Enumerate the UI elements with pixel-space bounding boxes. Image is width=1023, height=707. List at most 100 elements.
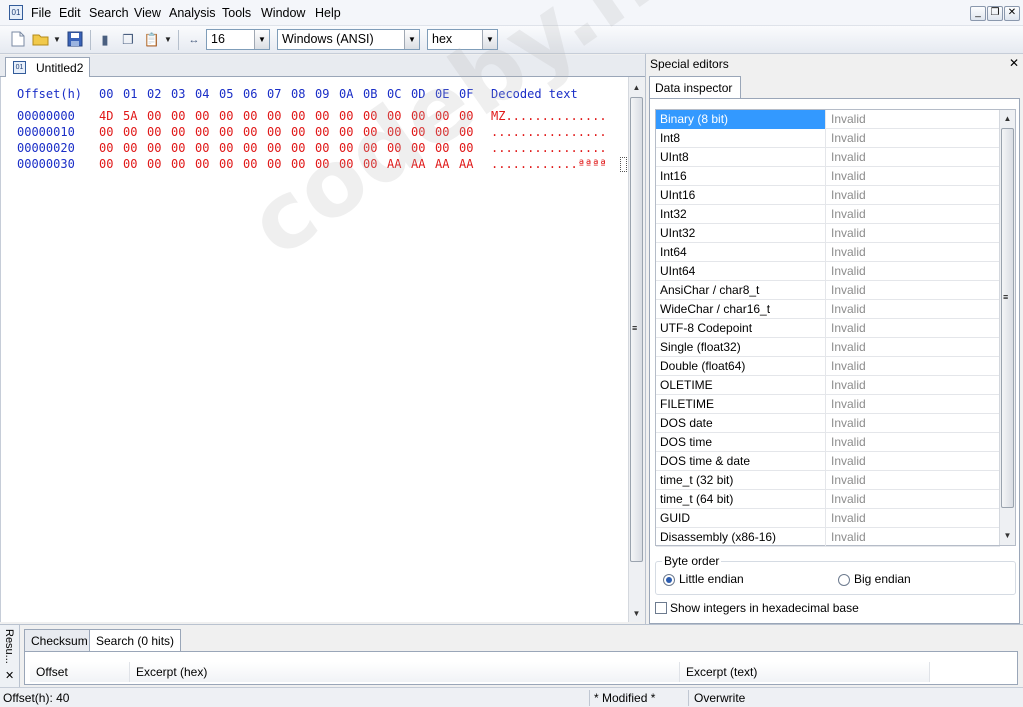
hex-byte[interactable]: 00 — [147, 109, 161, 123]
inspector-row[interactable]: AnsiChar / char8_t Invalid — [656, 281, 1000, 300]
hex-byte[interactable]: 00 — [387, 125, 401, 139]
inspector-row-value[interactable]: Invalid — [828, 433, 869, 451]
inspector-row[interactable]: Int8 Invalid — [656, 129, 1000, 148]
inspector-row-value[interactable]: Invalid — [828, 205, 869, 223]
hex-byte[interactable]: 00 — [387, 141, 401, 155]
inspector-row-value[interactable]: Invalid — [828, 471, 869, 489]
hex-byte[interactable]: 00 — [243, 109, 257, 123]
close-icon[interactable]: ✕ — [1009, 56, 1019, 70]
hex-byte[interactable]: 00 — [171, 109, 185, 123]
inspector-row[interactable]: DOS time & date Invalid — [656, 452, 1000, 471]
inspector-row-value[interactable]: Invalid — [828, 186, 869, 204]
hex-byte[interactable]: 00 — [387, 109, 401, 123]
hex-byte[interactable]: 00 — [459, 141, 473, 155]
hex-byte[interactable]: 00 — [291, 125, 305, 139]
hex-byte[interactable]: 00 — [243, 157, 257, 171]
hex-base-label[interactable]: Show integers in hexadecimal base — [670, 601, 859, 615]
hex-byte[interactable]: 00 — [147, 157, 161, 171]
app-icon[interactable]: 01 — [9, 5, 23, 20]
inspector-row-value[interactable]: Invalid — [828, 110, 869, 128]
hex-byte[interactable]: AA — [411, 157, 425, 171]
inspector-row[interactable]: DOS time Invalid — [656, 433, 1000, 452]
inspector-row[interactable]: Disassembly (x86-16) Invalid — [656, 528, 1000, 547]
paste-icon[interactable]: 📋 — [143, 31, 161, 49]
inspector-row[interactable]: Int16 Invalid — [656, 167, 1000, 186]
menu-help[interactable]: Help — [315, 6, 341, 20]
inspector-row[interactable]: Double (float64) Invalid — [656, 357, 1000, 376]
chevron-down-icon[interactable]: ▼ — [404, 30, 419, 49]
hex-byte[interactable]: 00 — [123, 141, 137, 155]
column-excerpt-text[interactable]: Excerpt (text) — [680, 662, 930, 682]
encoding-select[interactable]: Windows (ANSI) ▼ — [277, 29, 420, 50]
inspector-row[interactable]: UInt8 Invalid — [656, 148, 1000, 167]
hex-byte[interactable]: 00 — [363, 157, 377, 171]
little-endian-radio[interactable] — [663, 574, 675, 586]
open-folder-icon[interactable] — [32, 31, 50, 49]
inspector-row-value[interactable]: Invalid — [828, 300, 869, 318]
hex-byte[interactable]: 00 — [291, 157, 305, 171]
chevron-down-icon[interactable]: ▼ — [254, 30, 269, 49]
inspector-row-value[interactable]: Invalid — [828, 262, 869, 280]
inspector-row-value[interactable]: Invalid — [828, 452, 869, 470]
inspector-row-value[interactable]: Invalid — [828, 528, 869, 546]
open-dropdown-icon[interactable]: ▼ — [52, 31, 62, 49]
inspector-row-value[interactable]: Invalid — [828, 281, 869, 299]
hex-byte[interactable]: 00 — [243, 125, 257, 139]
hex-scrollbar[interactable]: ▲ ≡ ▼ — [628, 77, 644, 622]
hex-byte[interactable]: 00 — [147, 125, 161, 139]
hex-byte[interactable]: 00 — [171, 125, 185, 139]
hex-byte[interactable]: 00 — [315, 109, 329, 123]
column-excerpt-hex[interactable]: Excerpt (hex) — [130, 662, 680, 682]
menu-view[interactable]: View — [134, 6, 161, 20]
inspector-row[interactable]: time_t (64 bit) Invalid — [656, 490, 1000, 509]
hex-byte[interactable]: 00 — [315, 125, 329, 139]
restore-icon[interactable]: ❐ — [987, 6, 1003, 21]
inspector-row[interactable]: UInt64 Invalid — [656, 262, 1000, 281]
new-file-icon[interactable] — [9, 31, 27, 49]
display-base-select[interactable]: hex ▼ — [427, 29, 498, 50]
scroll-down-icon[interactable]: ▼ — [1000, 528, 1015, 543]
inspector-row-value[interactable]: Invalid — [828, 243, 869, 261]
menu-tools[interactable]: Tools — [222, 6, 251, 20]
hex-byte[interactable]: 00 — [219, 109, 233, 123]
hex-byte[interactable]: 00 — [459, 109, 473, 123]
hex-byte[interactable]: 00 — [339, 157, 353, 171]
hex-byte[interactable]: 00 — [459, 125, 473, 139]
hex-byte[interactable]: 00 — [339, 125, 353, 139]
results-list[interactable]: Offset Excerpt (hex) Excerpt (text) — [24, 651, 1018, 685]
menu-file[interactable]: File — [31, 6, 51, 20]
inspector-row-value[interactable]: Invalid — [828, 414, 869, 432]
inspector-row-value[interactable]: Invalid — [828, 490, 869, 508]
big-endian-label[interactable]: Big endian — [854, 572, 911, 586]
hex-byte[interactable]: 00 — [195, 157, 209, 171]
chevron-down-icon[interactable]: ▼ — [482, 30, 497, 49]
hex-byte[interactable]: 00 — [435, 141, 449, 155]
hex-byte[interactable]: 00 — [123, 125, 137, 139]
inspector-row[interactable]: time_t (32 bit) Invalid — [656, 471, 1000, 490]
hex-byte[interactable]: 00 — [291, 141, 305, 155]
tab-search-results[interactable]: Search (0 hits) — [89, 629, 182, 651]
scroll-thumb[interactable] — [1001, 128, 1014, 508]
hex-byte[interactable]: 00 — [267, 141, 281, 155]
inspector-row[interactable]: FILETIME Invalid — [656, 395, 1000, 414]
inspector-row[interactable]: WideChar / char16_t Invalid — [656, 300, 1000, 319]
inspector-row-value[interactable]: Invalid — [828, 338, 869, 356]
hex-byte[interactable]: 00 — [411, 109, 425, 123]
hex-byte[interactable]: 00 — [411, 125, 425, 139]
inspector-row-value[interactable]: Invalid — [828, 167, 869, 185]
hex-byte[interactable]: 00 — [411, 141, 425, 155]
hex-byte[interactable]: 00 — [339, 141, 353, 155]
hex-byte[interactable]: 00 — [315, 157, 329, 171]
hex-byte[interactable]: AA — [459, 157, 473, 171]
inspector-scrollbar[interactable]: ▲ ≡ ▼ — [999, 110, 1015, 545]
menu-edit[interactable]: Edit — [59, 6, 81, 20]
hex-byte[interactable]: 00 — [171, 157, 185, 171]
inspector-row[interactable]: Int32 Invalid — [656, 205, 1000, 224]
hex-byte[interactable]: 4D — [99, 109, 113, 123]
hex-byte[interactable]: 00 — [195, 125, 209, 139]
paste-dropdown-icon[interactable]: ▼ — [163, 31, 173, 49]
hex-byte[interactable]: 00 — [99, 141, 113, 155]
inspector-row-value[interactable]: Invalid — [828, 148, 869, 166]
hex-byte[interactable]: 00 — [339, 109, 353, 123]
hex-byte[interactable]: 00 — [267, 125, 281, 139]
